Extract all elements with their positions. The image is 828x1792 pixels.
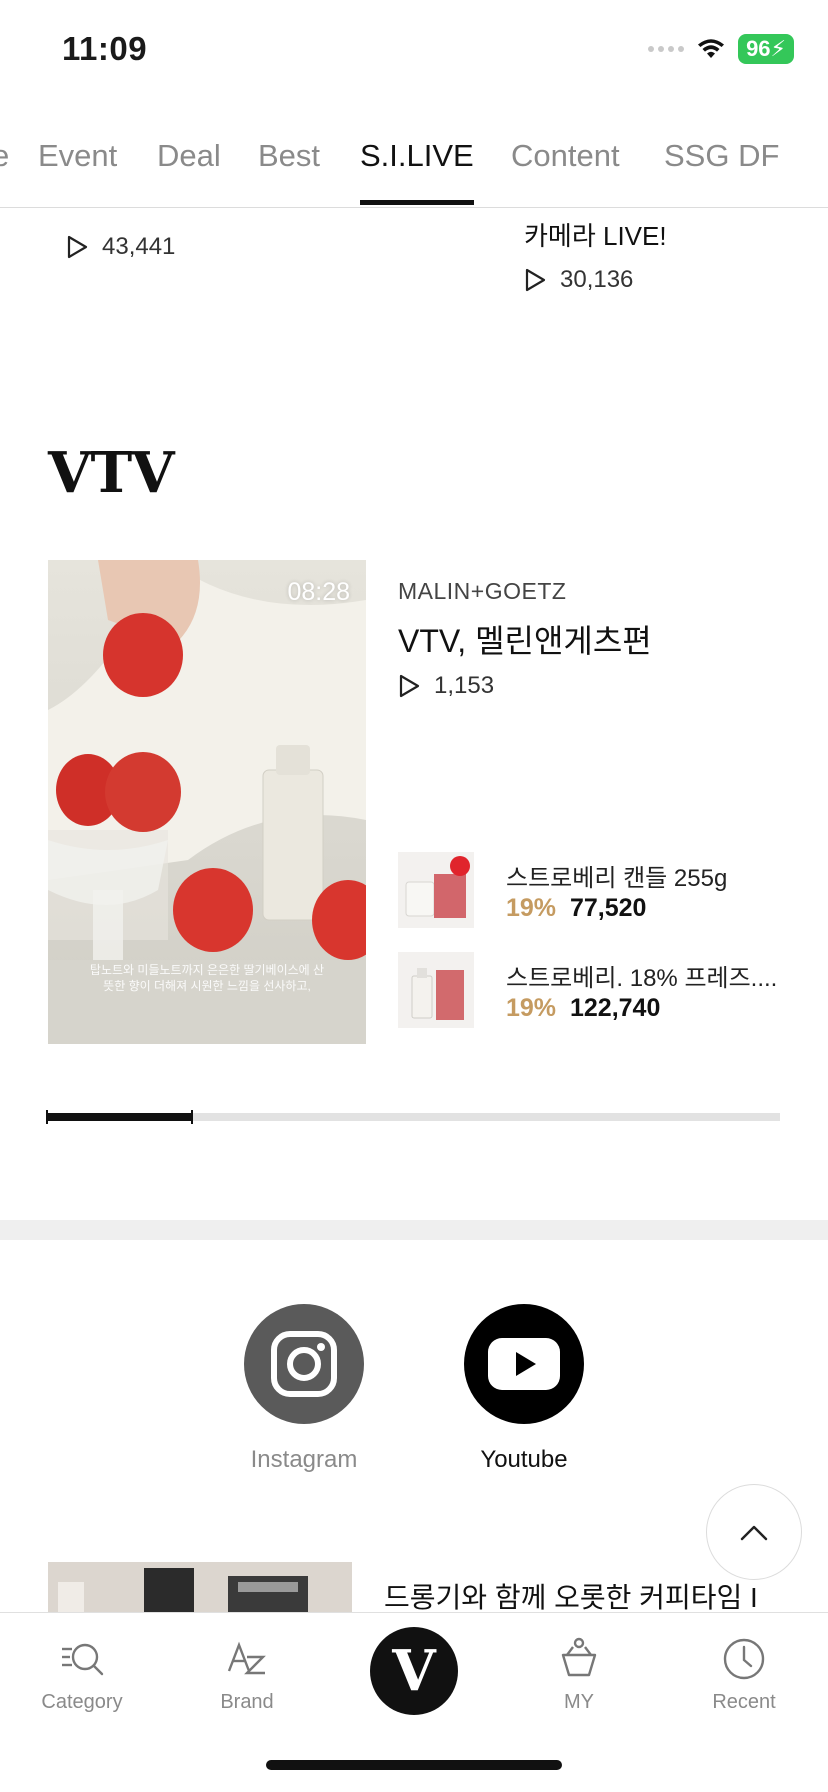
basket-icon: [561, 1637, 597, 1677]
product-discount: 19%: [506, 994, 557, 1022]
perfume-product-image: [398, 952, 474, 1028]
tab-ssg-df[interactable]: SSG DF: [664, 138, 779, 174]
product-thumbnail[interactable]: [398, 952, 474, 1028]
video-brand-name[interactable]: MALIN+GOETZ: [398, 578, 566, 605]
wifi-icon: [698, 39, 725, 58]
home-indicator: [266, 1760, 562, 1770]
carousel-progress-fill: [46, 1110, 193, 1124]
vtv-video-thumbnail[interactable]: 08:28 탑노트와 미들노트까지 은은한 딸기베이스에 산뜻한 향이 더해져 …: [48, 560, 366, 1044]
video-views: 1,153: [398, 672, 494, 700]
previous-live-section: 카메라 LIVE! 43,441 30,136: [0, 208, 828, 318]
view-count: 43,441: [102, 233, 176, 260]
play-icon: [525, 268, 546, 292]
live-card-views-left: 43,441: [66, 233, 175, 261]
v-home-logo: V: [392, 1638, 436, 1704]
tab-content[interactable]: Content: [511, 138, 620, 174]
tab-si-live[interactable]: S.I.LIVE: [360, 138, 474, 174]
video-title[interactable]: VTV, 멜린앤게츠편: [398, 616, 652, 662]
product-name: 스트로베리 캔들 255g: [506, 865, 728, 892]
teaser-title[interactable]: 드롱기와 함께 오롯한 커피타임 I: [384, 1576, 758, 1616]
product-price: 122,740: [570, 994, 661, 1022]
video-caption: 탑노트와 미들노트까지 은은한 딸기베이스에 산뜻한 향이 더해져 시원한 느낌…: [89, 963, 325, 993]
v-home-logo-button[interactable]: V: [370, 1627, 458, 1715]
battery-level: 96: [746, 36, 771, 61]
coffee-machine-image: [48, 1562, 352, 1612]
battery-indicator: 96⚡: [738, 34, 794, 64]
candle-product-image: [398, 852, 474, 928]
view-count: 1,153: [434, 672, 495, 699]
vtv-section-title: VTV: [48, 440, 175, 506]
product-item[interactable]: 스트로베리 캔들 255g 19% 77,520: [398, 852, 798, 930]
active-tab-indicator: [360, 200, 474, 205]
instagram-button[interactable]: [244, 1304, 364, 1424]
nav-label: Recent: [712, 1691, 776, 1713]
product-name: 스트로베리. 18% 프레즈....: [506, 965, 778, 992]
cellular-signal-icon: [648, 46, 685, 52]
chevron-up-icon: [740, 1525, 768, 1541]
nav-recent[interactable]: Recent: [684, 1635, 804, 1714]
instagram-icon: [271, 1331, 337, 1397]
instagram-link[interactable]: Instagram: [234, 1304, 374, 1474]
tab-event[interactable]: Event: [38, 138, 117, 174]
nav-label: MY: [564, 1691, 594, 1713]
product-thumbnail[interactable]: [398, 852, 474, 928]
top-tab-bar: e Event Deal Best S.I.LIVE Content SSG D…: [0, 120, 828, 208]
youtube-link[interactable]: Youtube: [454, 1304, 594, 1474]
nav-label: Brand: [220, 1691, 274, 1713]
status-time: 11:09: [62, 30, 148, 67]
nav-brand[interactable]: Brand: [187, 1635, 307, 1714]
product-discount: 19%: [506, 894, 557, 922]
scroll-to-top-button[interactable]: [706, 1484, 802, 1580]
play-icon: [399, 674, 420, 698]
tab-deal[interactable]: Deal: [157, 138, 221, 174]
nav-category[interactable]: Category: [22, 1635, 142, 1714]
youtube-label: Youtube: [480, 1446, 568, 1473]
status-icons: 96⚡: [648, 34, 794, 64]
nav-my[interactable]: MY: [519, 1635, 639, 1714]
product-item[interactable]: 스트로베리. 18% 프레즈.... 19% 122,740: [398, 952, 798, 1030]
youtube-button[interactable]: [464, 1304, 584, 1424]
tab-partial-offscreen[interactable]: e: [0, 138, 9, 174]
play-icon: [67, 235, 88, 259]
instagram-label: Instagram: [250, 1446, 358, 1473]
youtube-icon: [488, 1338, 560, 1390]
brand-az-icon: [227, 1641, 266, 1675]
teaser-thumbnail[interactable]: [48, 1562, 352, 1612]
nav-label: Category: [41, 1691, 123, 1713]
section-divider: [0, 1220, 828, 1240]
clock-icon: [723, 1638, 765, 1680]
live-card-title[interactable]: 카메라 LIVE!: [524, 216, 667, 253]
live-card-views-right: 30,136: [524, 266, 633, 294]
category-icon: [62, 1643, 104, 1676]
product-price: 77,520: [570, 894, 647, 922]
carousel-progress-bar: [46, 1110, 780, 1124]
tab-best[interactable]: Best: [258, 138, 320, 174]
status-bar: 11:09 96⚡: [0, 0, 828, 100]
video-duration: 08:28: [287, 578, 350, 606]
view-count: 30,136: [560, 266, 634, 293]
